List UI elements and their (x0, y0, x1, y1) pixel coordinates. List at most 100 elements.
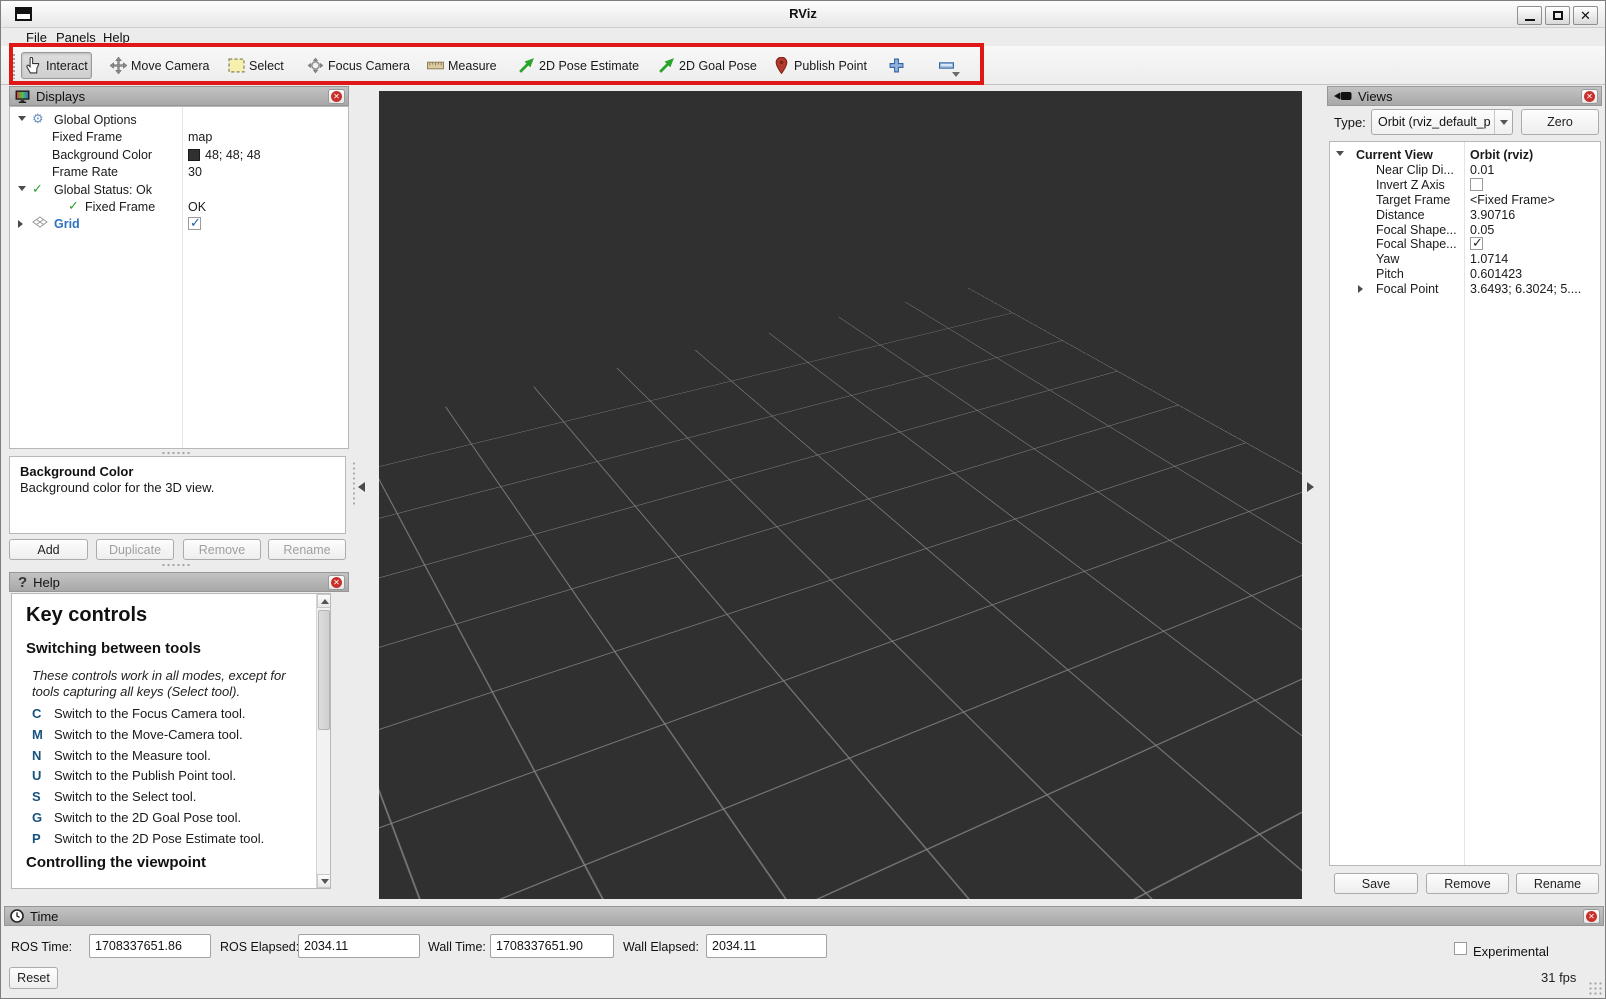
tree-row-focal-shape-fixed[interactable]: Focal Shape... (1330, 235, 1600, 250)
tree-row-global-status[interactable]: ✓ Global Status: Ok (10, 181, 348, 198)
zero-button[interactable]: Zero (1521, 109, 1599, 135)
collapse-left-arrow[interactable] (358, 482, 365, 492)
scroll-up-arrow[interactable] (317, 594, 331, 608)
displays-panel-header[interactable]: Displays ✕ (9, 86, 349, 106)
rename-view-button[interactable]: Rename (1516, 873, 1599, 894)
minimize-button[interactable] (1517, 6, 1542, 25)
expander-closed-icon[interactable] (1358, 285, 1363, 293)
row-value: 30 (188, 165, 202, 179)
tool-focus-camera[interactable]: Focus Camera (304, 52, 413, 79)
tree-row-focal-shape-size[interactable]: Focal Shape...0.05 (1330, 221, 1600, 236)
tool-options-chevron-down-icon[interactable] (952, 72, 960, 77)
color-swatch[interactable] (188, 149, 200, 161)
reset-button[interactable]: Reset (9, 967, 58, 989)
resize-grip[interactable] (1588, 981, 1602, 995)
tool-move-camera[interactable]: Move Camera (107, 52, 213, 79)
tree-row-frame-rate[interactable]: Frame Rate30 (10, 163, 348, 180)
tree-row-fixed-frame-status[interactable]: ✓Fixed FrameOK (10, 198, 348, 215)
plus-icon (888, 57, 905, 74)
views-close-button[interactable]: ✕ (1581, 89, 1598, 104)
expander-closed-icon[interactable] (18, 220, 23, 228)
tree-row-distance[interactable]: Distance3.90716 (1330, 206, 1600, 221)
shortcut-row: MSwitch to the Move-Camera tool. (32, 727, 312, 745)
remove-view-button[interactable]: Remove (1426, 873, 1509, 894)
tree-row-global-options[interactable]: ⚙Global Options (10, 111, 348, 128)
tool-publish-point[interactable]: Publish Point (770, 52, 870, 79)
toolbar-drag-handle[interactable] (12, 53, 16, 79)
tool-label: Select (249, 59, 284, 73)
chevron-down-icon (1500, 120, 1508, 125)
shortcut-key: N (32, 748, 41, 763)
shortcut-text: Switch to the Focus Camera tool. (54, 706, 245, 721)
add-display-button[interactable]: Add (9, 539, 88, 560)
tool-2d-pose-estimate[interactable]: 2D Pose Estimate (515, 52, 642, 79)
toolbar: Interact Move Camera Select Focus Camera Mea… (1, 46, 1605, 85)
help-panel-title: Help (33, 575, 60, 590)
help-close-button[interactable]: ✕ (328, 575, 345, 590)
row-label: Global Options (54, 113, 137, 127)
time-panel-header[interactable]: Time ✕ (4, 906, 1604, 926)
row-label: Yaw (1376, 252, 1399, 266)
row-label: Background Color (52, 148, 152, 162)
scroll-down-arrow[interactable] (317, 874, 331, 888)
wall-time-input[interactable] (490, 934, 614, 958)
menu-panels[interactable]: Panels (56, 30, 96, 45)
ros-time-input[interactable] (89, 934, 211, 958)
views-panel-title: Views (1358, 89, 1392, 104)
menu-help[interactable]: Help (103, 30, 130, 45)
row-label: Grid (54, 217, 80, 231)
add-tool-button[interactable] (885, 52, 908, 79)
tree-row-yaw[interactable]: Yaw1.0714 (1330, 250, 1600, 265)
3d-viewport[interactable] (379, 91, 1302, 899)
tree-row-pitch[interactable]: Pitch0.601423 (1330, 265, 1600, 280)
view-type-combobox[interactable]: Orbit (rviz_default_p (1371, 109, 1513, 135)
tree-row-invert-z[interactable]: Invert Z Axis (1330, 176, 1600, 191)
collapse-right-arrow[interactable] (1307, 482, 1314, 492)
title-bar: RViz ✕ (1, 1, 1605, 28)
tree-row-fixed-frame[interactable]: Fixed Framemap (10, 128, 348, 145)
tree-row-target-frame[interactable]: Target Frame<Fixed Frame> (1330, 191, 1600, 206)
scrollbar-thumb[interactable] (318, 610, 330, 730)
row-checkbox[interactable] (188, 217, 201, 230)
maximize-button[interactable] (1545, 6, 1570, 25)
tree-row-focal-point[interactable]: Focal Point3.6493; 6.3024; 5.... (1330, 280, 1600, 295)
select-box-icon (228, 57, 245, 74)
tool-interact[interactable]: Interact (21, 52, 92, 79)
tool-label: Measure (448, 59, 497, 73)
check-icon: ✓ (32, 182, 43, 196)
shortcut-text: Switch to the Move-Camera tool. (54, 727, 243, 742)
help-scrollbar[interactable] (316, 594, 331, 888)
wall-time-label: Wall Time: (428, 940, 486, 954)
experimental-checkbox[interactable] (1454, 942, 1467, 955)
row-label: Global Status: Ok (54, 183, 152, 197)
expander-open-icon[interactable] (1336, 151, 1344, 156)
tool-select[interactable]: Select (225, 52, 287, 79)
close-button[interactable]: ✕ (1573, 6, 1598, 25)
splitter-handle[interactable] (161, 451, 191, 455)
left-panel-splitter[interactable] (352, 461, 356, 505)
row-label: Invert Z Axis (1376, 178, 1445, 192)
displays-close-button[interactable]: ✕ (328, 89, 345, 104)
wall-elapsed-input[interactable] (706, 934, 827, 958)
row-label: Focal Shape... (1376, 237, 1457, 251)
help-panel-header[interactable]: ? Help ✕ (9, 572, 349, 592)
save-view-button[interactable]: Save (1334, 873, 1418, 894)
row-checkbox[interactable] (1470, 237, 1483, 250)
time-close-button[interactable]: ✕ (1583, 909, 1600, 924)
row-checkbox[interactable] (1470, 178, 1483, 191)
menu-file[interactable]: File (26, 30, 47, 45)
tree-row-background-color[interactable]: Background Color48; 48; 48 (10, 146, 348, 163)
tree-row-current-view[interactable]: Current ViewOrbit (rviz) (1330, 146, 1600, 161)
splitter-handle[interactable] (161, 563, 191, 567)
views-panel-header[interactable]: Views ✕ (1327, 86, 1602, 106)
ros-time-label: ROS Time: (11, 940, 72, 954)
tree-row-near-clip[interactable]: Near Clip Di...0.01 (1330, 161, 1600, 176)
tool-label: Focus Camera (328, 59, 410, 73)
expander-open-icon[interactable] (18, 116, 26, 121)
ros-elapsed-input[interactable] (298, 934, 420, 958)
row-value: OK (188, 200, 206, 214)
expander-open-icon[interactable] (18, 186, 26, 191)
tool-2d-goal-pose[interactable]: 2D Goal Pose (655, 52, 760, 79)
tree-row-grid[interactable]: Grid (10, 215, 348, 232)
tool-measure[interactable]: Measure (424, 52, 500, 79)
